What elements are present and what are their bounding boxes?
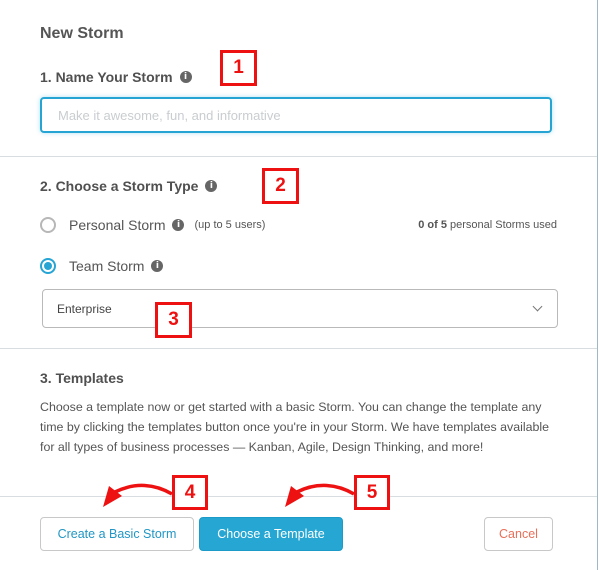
arrow-5 <box>285 483 355 507</box>
annotation-arrows <box>103 483 355 507</box>
arrow-4 <box>103 483 173 507</box>
